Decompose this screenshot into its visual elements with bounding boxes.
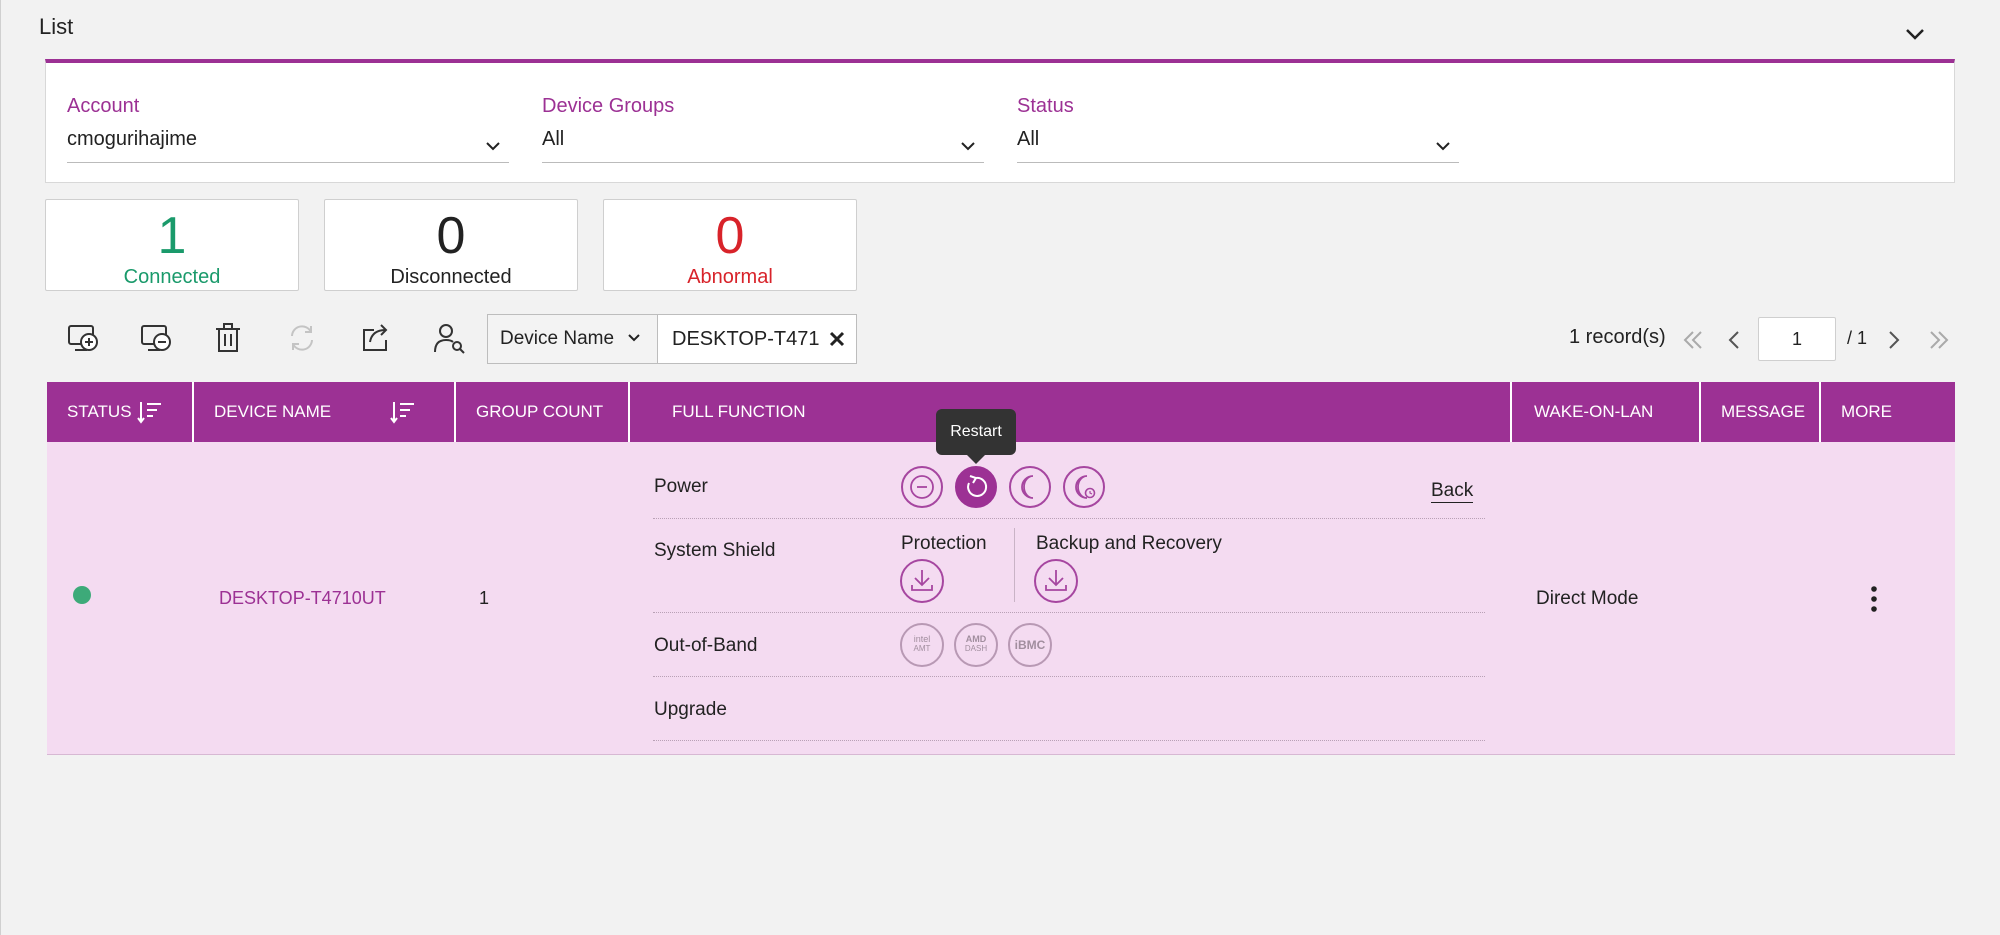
shutdown-button[interactable] — [901, 466, 943, 508]
shield-separator — [1014, 528, 1015, 602]
status-select[interactable]: All — [1017, 128, 1459, 163]
abnormal-count: 0 — [715, 207, 745, 265]
sort-icon[interactable] — [137, 400, 163, 424]
column-status-label: STATUS — [67, 402, 132, 421]
intel-amt-brand: intel — [913, 634, 931, 644]
account-label: Account — [67, 95, 140, 117]
disconnected-label: Disconnected — [390, 266, 512, 288]
prev-page-icon[interactable] — [1723, 328, 1747, 352]
page-number-input[interactable]: 1 — [1758, 317, 1836, 361]
more-vertical-icon[interactable] — [1863, 584, 1885, 614]
restart-button[interactable] — [955, 466, 997, 508]
account-select[interactable]: cmogurihajime — [67, 128, 509, 163]
upgrade-label: Upgrade — [654, 699, 727, 720]
back-link[interactable]: Back — [1431, 480, 1474, 503]
intel-amt-label: AMT — [913, 644, 931, 653]
power-label: Power — [654, 476, 708, 497]
moon-icon — [1021, 475, 1034, 499]
filter-panel: Account cmogurihajime Device Groups All … — [45, 59, 1955, 183]
chevron-down-icon[interactable] — [1901, 22, 1929, 46]
close-icon[interactable] — [826, 328, 848, 350]
ibmc-label: iBMC — [1014, 638, 1046, 652]
column-group-count: GROUP COUNT — [456, 382, 630, 442]
export-icon[interactable] — [358, 320, 394, 358]
search-input[interactable]: DESKTOP-T471 — [672, 315, 819, 363]
status-label: Status — [1017, 95, 1074, 117]
amd-dash-button[interactable]: AMD DASH — [954, 623, 998, 667]
column-full-function: FULL FUNCTION — [630, 382, 1512, 442]
protection-label: Protection — [901, 533, 987, 554]
chevron-down-icon — [486, 142, 500, 151]
disconnected-card[interactable]: 0 Disconnected — [324, 199, 578, 291]
backup-install-button[interactable] — [1034, 559, 1078, 603]
last-page-icon[interactable] — [1927, 328, 1951, 352]
status-value: All — [1017, 128, 1040, 150]
connected-label: Connected — [123, 266, 221, 288]
record-count: 1 record(s) — [1569, 326, 1666, 348]
list-title: List — [39, 14, 74, 39]
sort-icon[interactable] — [390, 400, 416, 424]
column-more: MORE — [1841, 402, 1892, 421]
next-page-icon[interactable] — [1881, 328, 1905, 352]
divider — [653, 518, 1485, 519]
abnormal-card[interactable]: 0 Abnormal — [603, 199, 857, 291]
restart-tooltip: Restart — [936, 409, 1016, 455]
disconnected-count: 0 — [436, 207, 466, 265]
chevron-down-icon — [961, 142, 975, 151]
device-name-link[interactable]: DESKTOP-T4710UT — [219, 588, 386, 609]
sleep-button[interactable] — [1009, 466, 1051, 508]
add-device-icon[interactable] — [65, 320, 101, 358]
search-field-select[interactable]: Device Name — [488, 315, 658, 363]
column-status[interactable]: STATUS — [47, 382, 194, 442]
amd-dash-label: DASH — [964, 644, 988, 653]
column-wake-on-lan: WAKE-ON-LAN — [1512, 382, 1701, 442]
backup-recovery-label: Backup and Recovery — [1036, 533, 1222, 554]
remove-device-icon[interactable] — [138, 320, 174, 358]
download-icon — [911, 570, 933, 591]
delete-icon[interactable] — [210, 320, 246, 358]
download-icon — [1045, 570, 1067, 591]
group-count-value: 1 — [479, 588, 490, 608]
page-total: / 1 — [1847, 328, 1868, 348]
user-search-icon[interactable] — [431, 320, 467, 358]
intel-amt-button[interactable]: intel AMT — [900, 623, 944, 667]
device-groups-filter: Device Groups All — [542, 95, 984, 163]
status-indicator — [73, 586, 91, 604]
account-filter: Account cmogurihajime — [67, 95, 509, 163]
connected-count: 1 — [157, 207, 187, 265]
device-groups-label: Device Groups — [542, 95, 675, 117]
connected-card[interactable]: 1 Connected — [45, 199, 299, 291]
tooltip-arrow — [967, 455, 985, 464]
minus-icon — [910, 475, 934, 499]
amd-dash-brand: AMD — [965, 634, 987, 644]
search-box: Device Name DESKTOP-T471 — [487, 314, 857, 364]
status-filter: Status All — [1017, 95, 1459, 163]
refresh-icon — [284, 320, 320, 358]
abnormal-label: Abnormal — [687, 266, 773, 288]
device-groups-select[interactable]: All — [542, 128, 984, 163]
ibmc-button[interactable]: iBMC — [1008, 623, 1052, 667]
chevron-down-icon — [1436, 142, 1450, 151]
first-page-icon[interactable] — [1681, 328, 1705, 352]
out-of-band-label: Out-of-Band — [654, 635, 758, 656]
protection-install-button[interactable] — [900, 559, 944, 603]
moon-clock-icon — [1075, 475, 1096, 499]
column-device-name-label: DEVICE NAME — [214, 402, 332, 421]
divider — [653, 676, 1485, 677]
account-value: cmogurihajime — [67, 128, 198, 150]
column-message: MESSAGE — [1701, 382, 1821, 442]
system-shield-label: System Shield — [654, 540, 776, 561]
wake-on-lan-value: Direct Mode — [1536, 588, 1639, 609]
column-device-name[interactable]: DEVICE NAME — [194, 382, 456, 442]
search-field-label: Device Name — [500, 328, 615, 349]
chevron-down-icon — [628, 334, 640, 342]
divider — [653, 740, 1485, 741]
restart-icon — [967, 475, 988, 497]
divider — [653, 612, 1485, 613]
device-groups-value: All — [542, 128, 565, 150]
hibernate-button[interactable] — [1063, 466, 1105, 508]
